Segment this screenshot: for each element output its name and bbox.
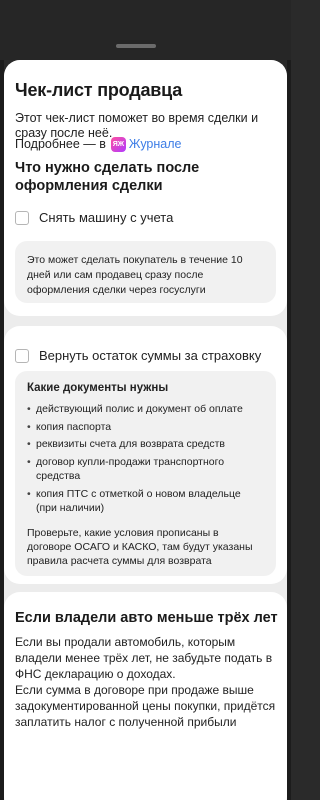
- checklist-item-label: Вернуть остаток суммы за страховку: [39, 348, 262, 363]
- list-item: действующий полис и документ об оплате: [27, 402, 264, 417]
- tax-card-title: Если владели авто меньше трёх лет: [15, 610, 278, 626]
- sheet-grabber-handle[interactable]: [116, 44, 156, 48]
- journal-link[interactable]: Журнале: [129, 137, 182, 152]
- checkbox[interactable]: [15, 210, 29, 225]
- documents-title: Какие документы нужны: [27, 382, 169, 394]
- tax-paragraph-2: Если сумма в договоре при продаже выше з…: [15, 683, 276, 729]
- checklist-item-label: Снять машину с учета: [39, 210, 174, 225]
- checklist-item-deregister[interactable]: Снять машину с учета: [15, 210, 173, 225]
- intro-card: Чек-лист продавца Этот чек-лист поможет …: [4, 60, 287, 316]
- documents-list: действующий полис и документ об оплате к…: [27, 402, 264, 516]
- list-item: договор купли-продажи транспортного сред…: [27, 455, 264, 484]
- info-box-deregister: Это может сделать покупатель в течение 1…: [15, 241, 276, 303]
- more-link-row: Подробнее — в ЯЖ Журнале: [15, 137, 182, 152]
- section-subtitle: Что нужно сделать после оформления сделк…: [15, 160, 200, 194]
- tax-paragraph-1: Если вы продали автомобиль, которым влад…: [15, 635, 273, 681]
- checkbox[interactable]: [15, 348, 29, 363]
- bottom-sheet: Чек-лист продавца Этот чек-лист поможет …: [4, 60, 287, 800]
- tax-card-text: Если вы продали автомобиль, которым влад…: [15, 634, 277, 730]
- background-overlay: [0, 0, 291, 60]
- info-text: Это может сделать покупатель в течение 1…: [27, 254, 243, 296]
- checklist-item-insurance-refund[interactable]: Вернуть остаток суммы за страховку: [15, 348, 261, 363]
- tax-card: Если владели авто меньше трёх лет Если в…: [4, 592, 287, 800]
- more-prefix: Подробнее — в: [15, 137, 106, 151]
- journal-logo-icon[interactable]: ЯЖ: [110, 137, 126, 152]
- list-item: копия паспорта: [27, 420, 264, 435]
- list-item: реквизиты счета для возврата средств: [27, 437, 264, 452]
- sheet-title: Чек-лист продавца: [15, 80, 183, 100]
- documents-box: Какие документы нужны действующий полис …: [15, 371, 276, 576]
- insurance-card: Вернуть остаток суммы за страховку Какие…: [4, 326, 287, 584]
- list-item: копия ПТС с отметкой о новом владельце (…: [27, 487, 264, 516]
- documents-note: Проверьте, какие условия прописаны в дог…: [27, 526, 253, 567]
- background-edge-right: [287, 60, 291, 800]
